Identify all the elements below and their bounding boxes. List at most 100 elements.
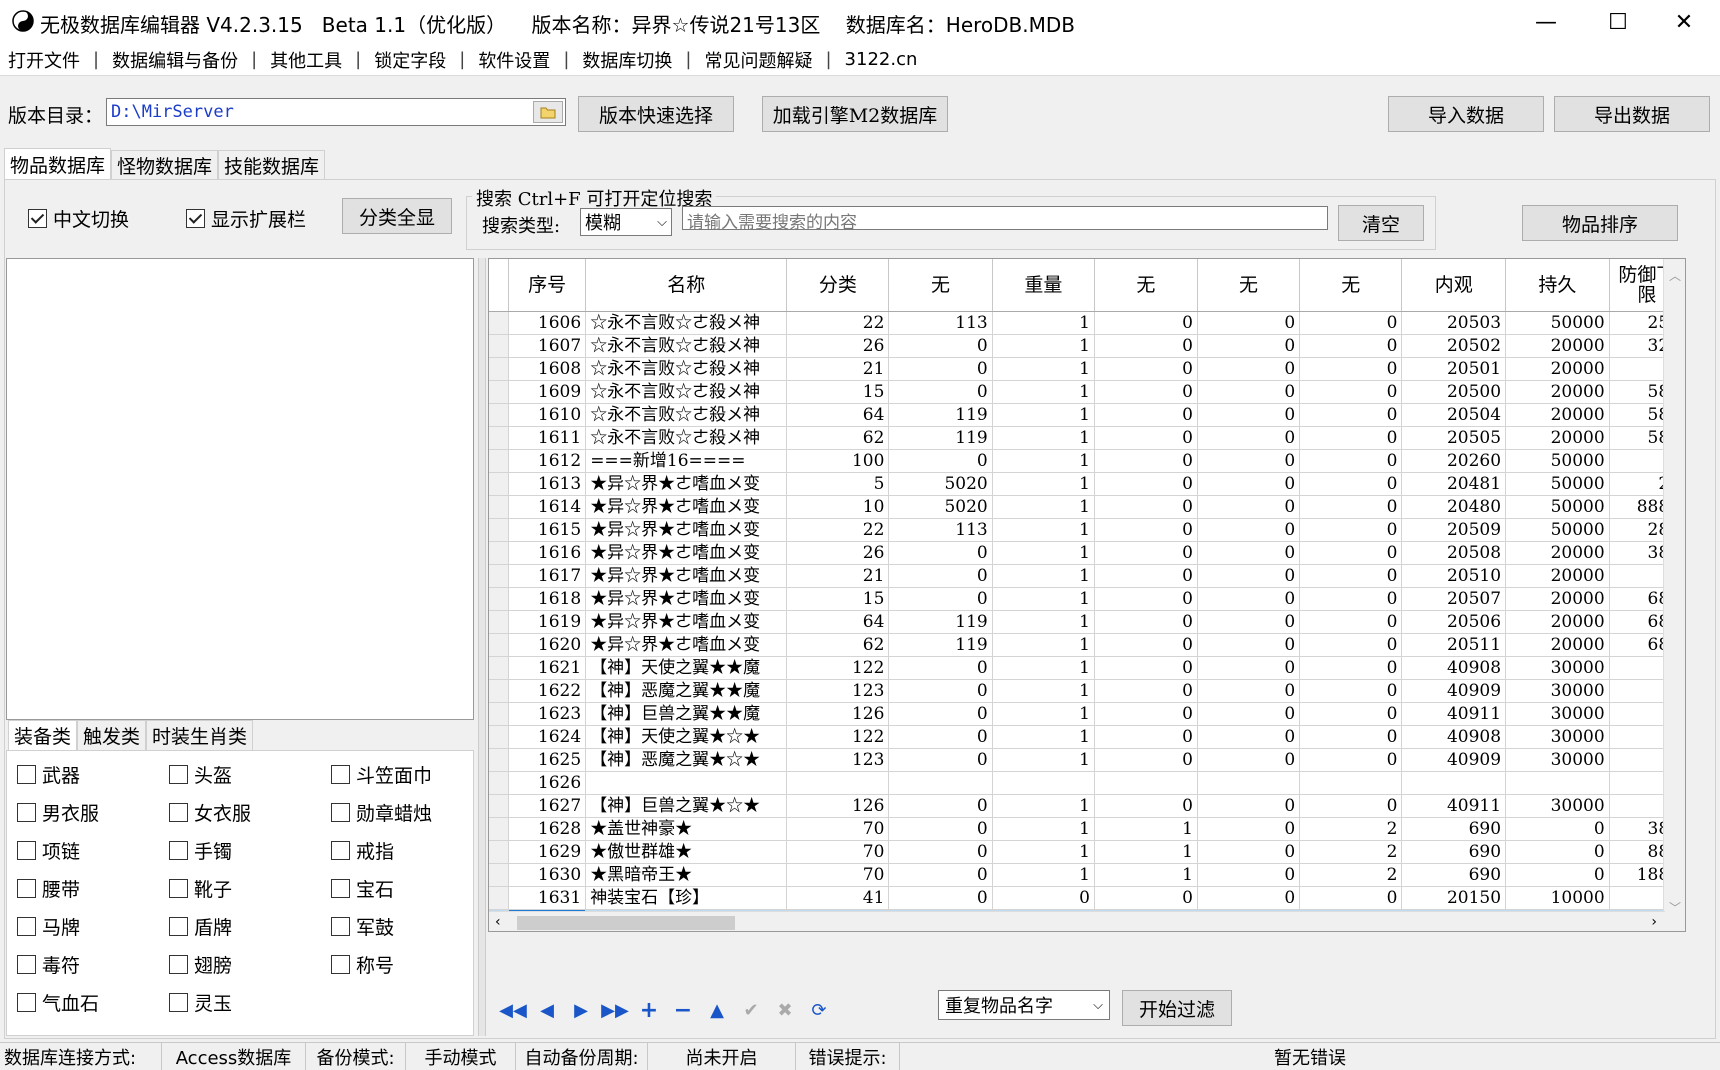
table-cell[interactable]: 20508 xyxy=(1401,541,1507,565)
table-cell[interactable]: 123 xyxy=(786,748,890,772)
table-cell[interactable]: 0 xyxy=(1197,311,1301,335)
table-cell[interactable]: 0 xyxy=(1094,495,1198,519)
refresh-icon[interactable]: ⟳ xyxy=(802,993,836,1027)
category-checkbox[interactable]: 宝石 xyxy=(331,875,467,902)
table-row[interactable]: 1609☆永不言败☆ㄜ殺メ神15010002050020000588 xyxy=(489,380,1685,404)
table-cell[interactable]: 0 xyxy=(1094,794,1198,818)
table-cell[interactable]: 0 xyxy=(888,794,993,818)
table-cell[interactable]: 113 xyxy=(888,311,993,335)
table-row[interactable]: 1606☆永不言败☆ㄜ殺メ神2211310002050350000258 xyxy=(489,311,1685,335)
row-indicator[interactable] xyxy=(489,633,510,657)
dir-input[interactable]: D:\MirServer xyxy=(106,98,566,126)
table-cell[interactable]: 22 xyxy=(786,311,890,335)
table-cell[interactable]: 126 xyxy=(786,794,890,818)
table-cell[interactable]: 0 xyxy=(888,725,993,749)
table-cell[interactable]: 0 xyxy=(888,702,993,726)
category-checkbox[interactable]: 手镯 xyxy=(169,837,331,864)
row-indicator[interactable] xyxy=(489,495,510,519)
category-checkbox[interactable]: 项链 xyxy=(17,837,169,864)
table-row[interactable]: 1628★盖世神豪★70011026900388 xyxy=(489,817,1685,841)
category-checkbox[interactable]: 腰带 xyxy=(17,875,169,902)
table-cell[interactable]: ☆永不言败☆ㄜ殺メ神 xyxy=(585,380,788,404)
table-row[interactable]: 1618★异☆界★ㄜ嗜血メ变15010002050720000688 xyxy=(489,587,1685,611)
item-data-grid[interactable]: 序号 名称 分类无重量无无无内观 持久 防御下限 1606 ☆永不言败☆ㄜ殺メ神 22 113… xyxy=(488,258,1686,932)
table-cell[interactable]: 0 xyxy=(888,541,993,565)
scroll-left-icon[interactable]: ‹ xyxy=(495,914,501,930)
table-cell[interactable]: 0 xyxy=(1094,564,1198,588)
table-cell[interactable]: ★盖世神豪★ xyxy=(585,817,788,841)
table-cell[interactable]: 1 xyxy=(992,587,1095,611)
table-cell[interactable]: 0 xyxy=(1299,794,1403,818)
column-header[interactable]: 无 xyxy=(1197,259,1301,312)
start-filter-button[interactable]: 开始过滤 xyxy=(1122,990,1232,1026)
table-cell[interactable]: 1621 xyxy=(508,656,587,680)
table-cell[interactable]: 0 xyxy=(1197,449,1301,473)
table-cell[interactable]: 0 xyxy=(1197,495,1301,519)
table-cell[interactable]: 0 xyxy=(1197,357,1301,381)
table-cell[interactable]: 40909 xyxy=(1401,679,1507,703)
table-cell[interactable]: 0 xyxy=(1197,725,1301,749)
row-indicator[interactable] xyxy=(489,840,510,864)
table-cell[interactable]: 0 xyxy=(888,564,993,588)
table-cell[interactable]: 1627 xyxy=(508,794,587,818)
table-row[interactable]: 1612===新增16====1000100020260500000 xyxy=(489,449,1685,473)
table-cell[interactable]: 100 xyxy=(786,449,890,473)
table-cell[interactable]: 15 xyxy=(786,380,890,404)
table-cell[interactable]: 20000 xyxy=(1505,587,1610,611)
table-cell[interactable]: 0 xyxy=(1505,817,1610,841)
table-cell[interactable] xyxy=(1299,771,1403,795)
menu-db-switch[interactable]: 数据库切换 xyxy=(582,47,672,73)
row-indicator[interactable] xyxy=(489,357,510,381)
table-cell[interactable]: 5 xyxy=(786,472,890,496)
column-header[interactable]: 持久 xyxy=(1505,259,1610,312)
table-cell[interactable]: 0 xyxy=(1197,518,1301,542)
table-cell[interactable]: 123 xyxy=(786,679,890,703)
table-row[interactable]: 1630 ★黑暗帝王★ 70 0 1 1 0 2 690 0 1888 xyxy=(489,863,1685,887)
table-cell[interactable]: 1 xyxy=(992,495,1095,519)
tab-trigger[interactable]: 触发类 xyxy=(77,720,147,750)
table-cell[interactable]: ★异☆界★ㄜ嗜血メ变 xyxy=(585,541,788,565)
table-cell[interactable]: 1 xyxy=(992,334,1095,358)
table-cell[interactable]: 神装宝石【珍】 xyxy=(585,886,788,910)
column-header[interactable]: 分类 xyxy=(786,259,890,312)
table-cell[interactable]: 62 xyxy=(786,633,890,657)
export-data-button[interactable]: 导出数据 xyxy=(1554,96,1710,132)
table-cell[interactable]: 119 xyxy=(888,426,993,450)
category-checkbox[interactable]: 勋章蜡烛 xyxy=(331,799,467,826)
category-checkbox[interactable]: 男衣服 xyxy=(17,799,169,826)
table-cell[interactable]: 0 xyxy=(1197,656,1301,680)
table-cell[interactable]: ☆永不言败☆ㄜ殺メ神 xyxy=(585,311,788,335)
table-cell[interactable]: 1607 xyxy=(508,334,587,358)
table-cell[interactable]: 0 xyxy=(1299,702,1403,726)
table-cell[interactable]: 0 xyxy=(1094,679,1198,703)
maximize-button[interactable]: ☐ xyxy=(1582,0,1654,44)
table-cell[interactable]: 20000 xyxy=(1505,334,1610,358)
table-cell[interactable]: 20502 xyxy=(1401,334,1507,358)
table-cell[interactable]: 1623 xyxy=(508,702,587,726)
table-cell[interactable]: 22 xyxy=(786,518,890,542)
table-cell[interactable]: 50000 xyxy=(1505,449,1610,473)
table-cell[interactable]: 1 xyxy=(992,449,1095,473)
table-cell[interactable]: 【神】天使之翼★★魔 xyxy=(585,656,788,680)
table-cell[interactable]: 0 xyxy=(888,840,993,864)
row-indicator[interactable] xyxy=(489,725,510,749)
table-cell[interactable]: 41 xyxy=(786,886,890,910)
category-checkbox[interactable]: 头盔 xyxy=(169,761,331,788)
table-cell[interactable]: 10 xyxy=(786,495,890,519)
table-cell[interactable]: 0 xyxy=(1299,472,1403,496)
row-indicator[interactable] xyxy=(489,541,510,565)
table-row[interactable]: 1627【神】巨兽之翼★☆★1260100040911300000 xyxy=(489,794,1685,818)
filter-type-select[interactable]: 重复物品名字 ⌵ xyxy=(938,990,1110,1020)
table-cell[interactable]: 【神】巨兽之翼★★魔 xyxy=(585,702,788,726)
table-cell[interactable]: 119 xyxy=(888,633,993,657)
table-cell[interactable]: 1 xyxy=(992,518,1095,542)
item-list-panel[interactable] xyxy=(6,258,474,720)
tab-skill-db[interactable]: 技能数据库 xyxy=(218,150,326,180)
table-row[interactable]: 1620★异☆界★ㄜ嗜血メ变6211910002051120000688 xyxy=(489,633,1685,657)
row-indicator[interactable] xyxy=(489,472,510,496)
table-cell[interactable] xyxy=(888,771,993,795)
table-cell[interactable]: 30000 xyxy=(1505,656,1610,680)
table-cell[interactable]: 1629 xyxy=(508,840,587,864)
row-indicator[interactable] xyxy=(489,702,510,726)
table-cell[interactable]: 0 xyxy=(1094,357,1198,381)
